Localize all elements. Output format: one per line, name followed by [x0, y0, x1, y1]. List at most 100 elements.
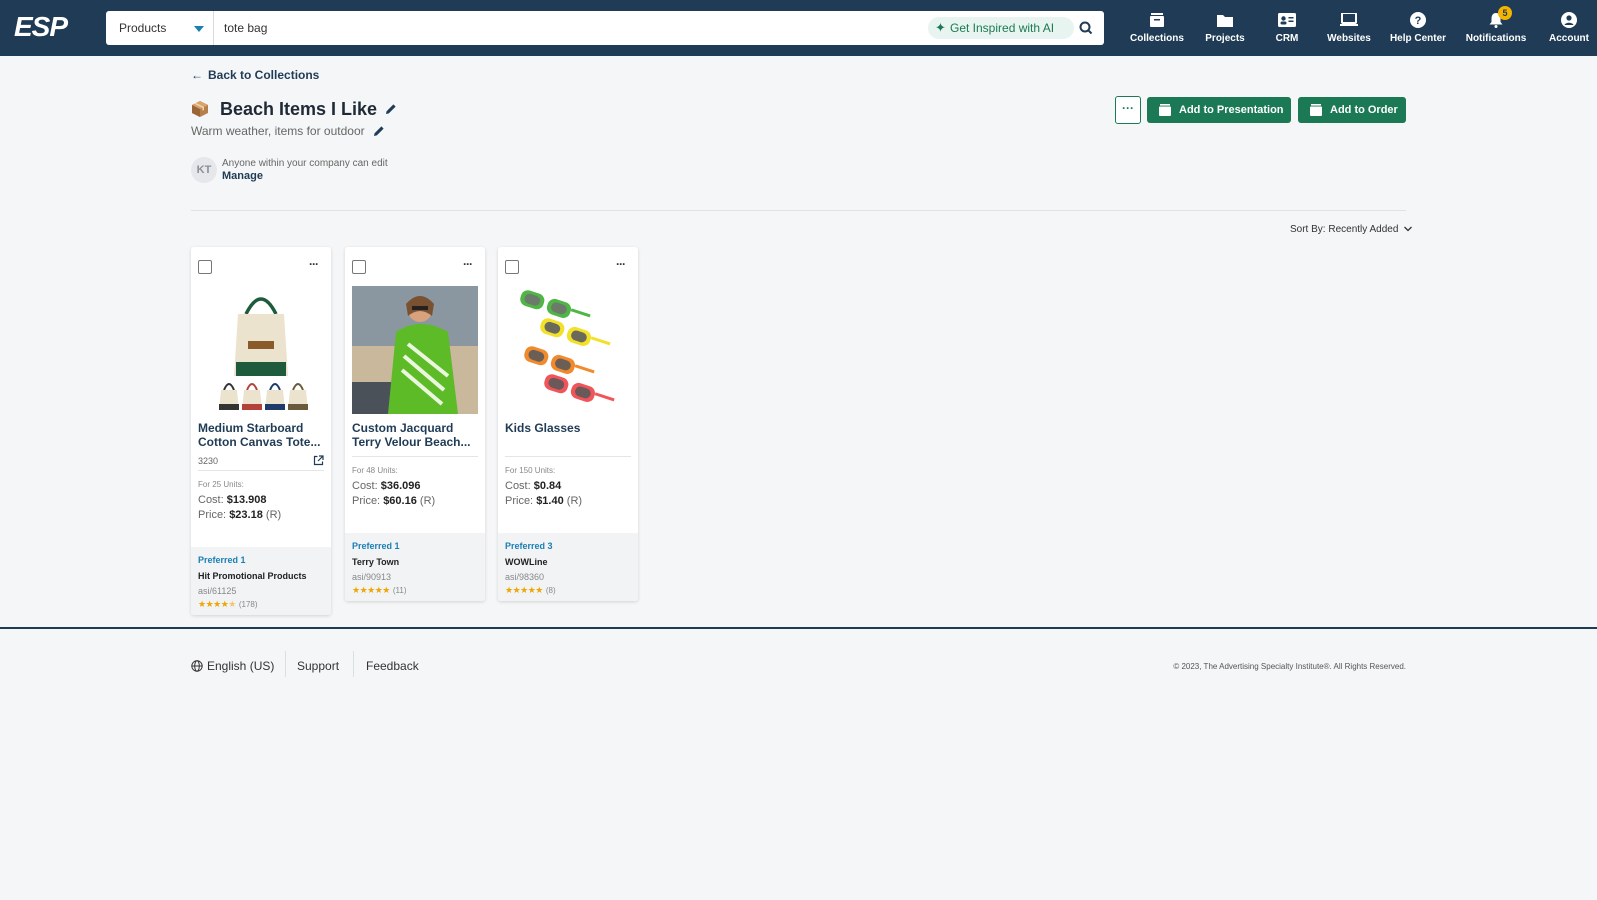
nav-help-center[interactable]: ? Help Center [1380, 0, 1456, 56]
add-to-order-button[interactable]: Add to Order [1298, 97, 1406, 123]
select-checkbox[interactable] [352, 260, 366, 274]
edit-subtitle-pencil-icon[interactable] [373, 125, 385, 137]
price-line: Price: $60.16 (R) [352, 495, 435, 507]
support-link[interactable]: Support [297, 659, 339, 673]
price-suffix: (R) [265, 509, 282, 521]
cost-label: Cost: [352, 480, 378, 492]
nav-account[interactable]: Account [1536, 0, 1597, 56]
product-name-line1: Medium Starboard [198, 421, 304, 435]
package-icon [192, 101, 208, 117]
star-rating: ★★★★★ (178) [198, 599, 258, 609]
esp-logo[interactable]: ESP [14, 12, 80, 42]
section-divider [191, 210, 1406, 211]
beach-towel-image [352, 286, 478, 414]
preferred-tag: Preferred 3 [505, 541, 553, 551]
product-name[interactable]: Kids Glasses [505, 421, 633, 435]
select-checkbox[interactable] [505, 260, 519, 274]
price-units: For 25 Units: [198, 480, 244, 489]
product-name[interactable]: Custom Jacquard Terry Velour Beach... [352, 421, 480, 449]
language-selector[interactable]: English (US) [191, 659, 274, 673]
asi-number: asi/61125 [198, 586, 237, 596]
review-count: (8) [545, 586, 556, 595]
cost-value: $36.096 [380, 480, 421, 492]
tote-bag-image [219, 297, 308, 410]
product-card[interactable]: ··· Medium Starboard Cotton Canvas Tote.… [191, 247, 331, 615]
card-divider [352, 456, 478, 457]
price-label: Price: [198, 509, 227, 521]
nav-notifications-label: Notifications [1465, 33, 1527, 44]
review-count: (178) [238, 600, 258, 609]
product-sku: 3230 [198, 456, 219, 466]
price-units: For 48 Units: [352, 466, 398, 475]
sort-dropdown[interactable]: Sort By: Recently Added [1290, 224, 1413, 235]
add-to-order-label: Add to Order [1330, 104, 1398, 116]
asi-number: asi/90913 [352, 572, 392, 582]
nav-collections[interactable]: Collections [1120, 0, 1194, 56]
nav-websites[interactable]: Websites [1318, 0, 1380, 56]
price-label: Price: [352, 495, 381, 507]
feedback-link[interactable]: Feedback [366, 659, 419, 673]
manage-link[interactable]: Manage [222, 170, 388, 183]
footer-divider [0, 627, 1597, 629]
sparkle-icon: ✦ [935, 20, 946, 35]
price-line: Price: $23.18 (R) [198, 509, 281, 521]
product-name[interactable]: Medium Starboard Cotton Canvas Tote... [198, 421, 326, 449]
get-inspired-ai-button[interactable]: ✦ Get Inspired with AI [928, 17, 1074, 39]
external-link-icon[interactable] [313, 455, 324, 466]
avatar: KT [191, 157, 217, 183]
notification-badge: 5 [1498, 6, 1512, 20]
nav-projects-label: Projects [1205, 33, 1245, 44]
product-card[interactable]: ··· Custom Jacquard Terry Velour Beach..… [345, 247, 485, 601]
copyright-text: © 2023, The Advertising Specialty Instit… [1173, 662, 1406, 671]
product-name-line1: Custom Jacquard [352, 421, 454, 435]
search-input[interactable] [224, 18, 824, 38]
nav-collections-label: Collections [1130, 33, 1184, 44]
cost-line: Cost: $36.096 [352, 480, 421, 492]
collection-owner: KT Anyone within your company can edit M… [191, 157, 388, 183]
ai-button-label: Get Inspired with AI [950, 21, 1055, 35]
price-units: For 150 Units: [505, 466, 556, 475]
add-to-presentation-button[interactable]: Add to Presentation [1147, 97, 1291, 123]
account-icon [1560, 11, 1578, 29]
preferred-tag: Preferred 1 [352, 541, 400, 551]
supplier-footer: Preferred 1 Hit Promotional Products asi… [191, 547, 331, 615]
card-menu-button[interactable]: ··· [463, 257, 473, 271]
cost-line: Cost: $0.84 [505, 480, 561, 492]
nav-crm[interactable]: CRM [1256, 0, 1318, 56]
star-rating: ★★★★★ (11) [352, 585, 407, 595]
search-button[interactable] [1074, 16, 1098, 40]
review-count: (11) [392, 586, 407, 595]
product-name-line2: Cotton Canvas Tote... [198, 435, 321, 449]
supplier-footer: Preferred 1 Terry Town asi/90913 ★★★★★ (1… [345, 533, 485, 601]
price-line: Price: $1.40 (R) [505, 495, 582, 507]
nav-help-label: Help Center [1389, 33, 1447, 44]
star-rating: ★★★★★ (8) [505, 585, 556, 595]
card-menu-button[interactable]: ··· [616, 257, 626, 271]
select-checkbox[interactable] [198, 260, 212, 274]
page-title: Beach Items I Like [220, 98, 378, 119]
footer-separator [285, 651, 286, 677]
search-scope-select[interactable]: Products [106, 11, 214, 45]
price-value: $1.40 [536, 495, 564, 507]
nav-account-label: Account [1549, 33, 1589, 44]
back-link-label: Back to Collections [208, 68, 320, 82]
back-to-collections-link[interactable]: ← Back to Collections [191, 68, 319, 82]
arrow-left-icon: ← [191, 68, 203, 82]
cost-label: Cost: [198, 494, 224, 506]
nav-notifications[interactable]: 5 Notifications [1456, 0, 1536, 56]
nav-projects[interactable]: Projects [1194, 0, 1256, 56]
supplier-name[interactable]: Terry Town [352, 557, 399, 567]
card-menu-button[interactable]: ··· [309, 257, 319, 271]
card-divider [198, 470, 324, 471]
supplier-footer: Preferred 3 WOWLine asi/98360 ★★★★★ (8) [498, 533, 638, 601]
sort-label: Sort By: Recently Added [1290, 224, 1399, 235]
edit-title-pencil-icon[interactable] [385, 103, 397, 115]
more-options-button[interactable]: ··· [1115, 96, 1141, 124]
product-card[interactable]: ··· Kids Glasses For 150 Units: Cost: $0… [498, 247, 638, 601]
folder-icon [1216, 11, 1234, 29]
supplier-name[interactable]: WOWLine [505, 557, 548, 567]
top-nav: ESP Products ✦ Get Inspired with AI Coll… [0, 0, 1597, 56]
card-divider [505, 456, 631, 457]
cost-line: Cost: $13.908 [198, 494, 267, 506]
supplier-name[interactable]: Hit Promotional Products [198, 571, 307, 581]
